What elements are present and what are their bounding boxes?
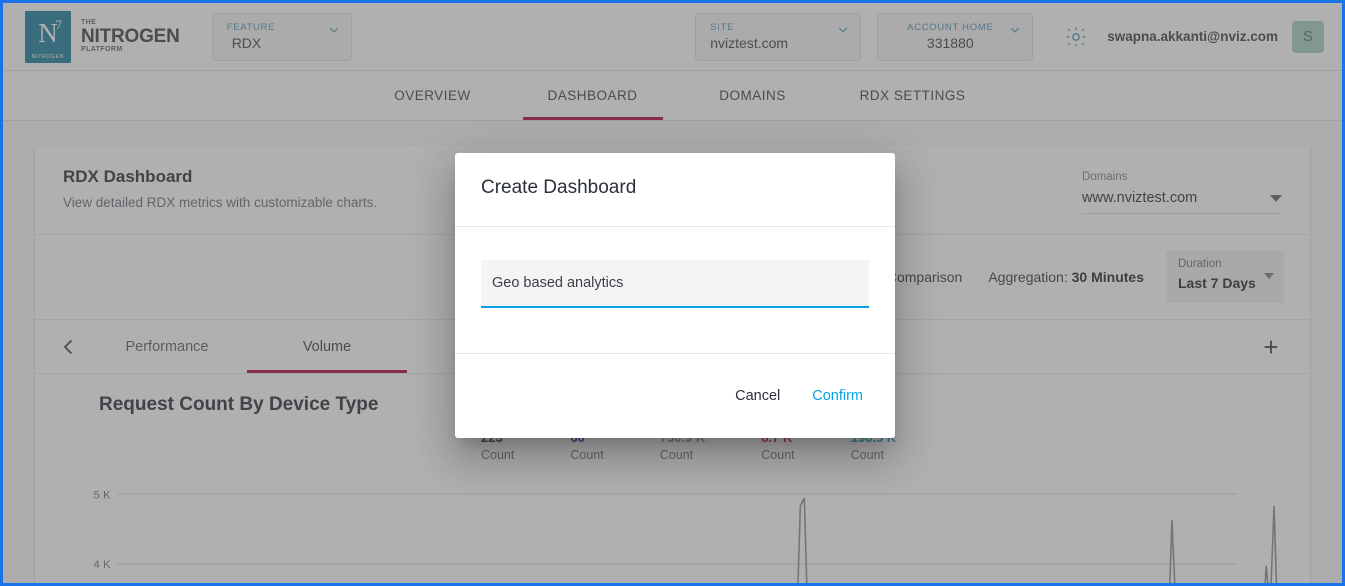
modal-title: Create Dashboard [481,177,637,198]
dashboard-name-input[interactable] [492,275,858,291]
create-dashboard-modal: Create Dashboard Cancel Confirm [455,153,895,438]
cancel-button[interactable]: Cancel [735,388,780,404]
confirm-button[interactable]: Confirm [812,388,863,404]
dashboard-name-field[interactable] [481,260,869,308]
modal-header: Create Dashboard [455,153,895,227]
app-page: N 7 NITROGEN THE NITROGEN PLATFORM FEATU… [3,3,1342,583]
browser-viewport: N 7 NITROGEN THE NITROGEN PLATFORM FEATU… [0,0,1345,586]
modal-footer: Cancel Confirm [455,354,895,438]
modal-body [455,227,895,354]
